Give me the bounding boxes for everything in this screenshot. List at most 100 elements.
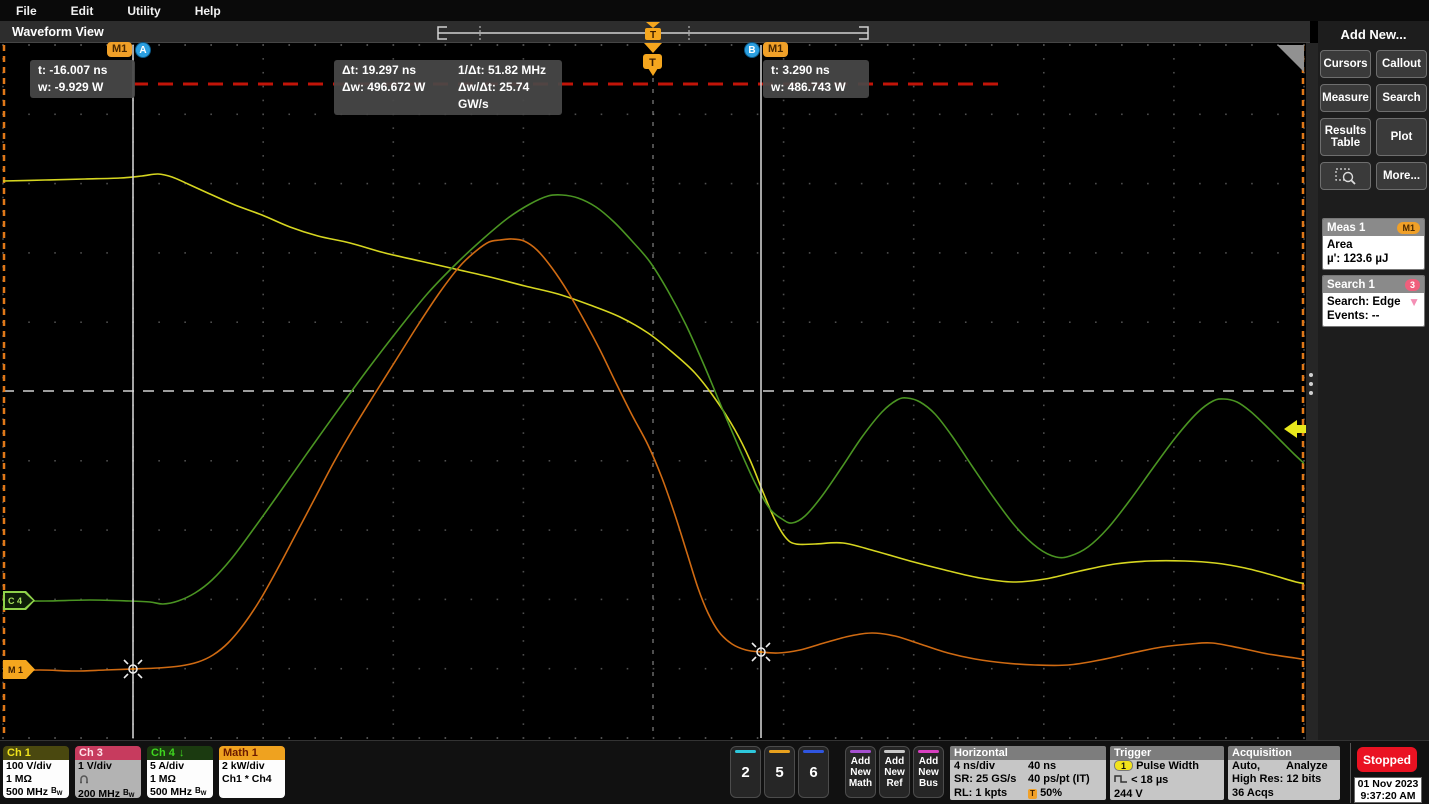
delta-t: Δt: 19.297 ns xyxy=(342,62,454,79)
menu-help[interactable]: Help xyxy=(195,4,221,18)
menu-file[interactable]: File xyxy=(16,4,37,18)
horizontal-resolution: 40 ps/pt (IT) xyxy=(1028,773,1102,786)
menu-bar: File Edit Utility Help xyxy=(0,0,1429,21)
ch3-bandwidth: 200 MHz BW xyxy=(78,787,138,798)
meas1-source-pill: M1 xyxy=(1397,222,1420,234)
run-stop-status[interactable]: Stopped xyxy=(1357,747,1417,772)
horizontal-record-length: RL: 1 kpts xyxy=(954,787,1007,800)
ch4-clip-arrow-icon: ↓ xyxy=(179,746,185,760)
panel-splitter[interactable] xyxy=(1306,43,1318,740)
acquisition-panel[interactable]: Acquisition Auto, Analyze High Res: 12 bi… xyxy=(1228,746,1340,800)
ch4-bandwidth: 500 MHz BW xyxy=(150,785,210,798)
channel-5-button[interactable]: 5 xyxy=(764,746,795,798)
horizontal-scale: 4 ns/div xyxy=(954,760,995,773)
ch4-badge[interactable]: Ch 4 ↓ 5 A/div 1 MΩ 500 MHz BW xyxy=(147,746,213,798)
meas1-type: Area xyxy=(1327,238,1420,252)
search-button[interactable]: Search xyxy=(1376,84,1427,112)
zoom-select-button[interactable] xyxy=(1320,162,1371,190)
cursor-delta-readout[interactable]: Δt: 19.297 ns 1/Δt: 51.82 MHz Δw: 496.67… xyxy=(334,60,562,115)
cursor-a-badge[interactable]: A xyxy=(135,42,151,58)
search1-card[interactable]: Search 1 3 Search: Edge Events: -- ▼ xyxy=(1322,275,1425,327)
ch1-bandwidth: 500 MHz BW xyxy=(6,785,66,798)
cursor-a-value: w: -9.929 W xyxy=(38,79,127,96)
view-tab-bar: Waveform View xyxy=(0,21,1310,43)
ch4-impedance: 1 MΩ xyxy=(150,773,210,786)
meas1-card[interactable]: Meas 1 M1 Area µ': 123.6 µJ xyxy=(1322,218,1425,270)
ch1-impedance: 1 MΩ xyxy=(6,773,66,786)
splitter-grip-icon[interactable] xyxy=(1309,373,1313,395)
right-panel: Add New... Cursors Callout Measure Searc… xyxy=(1318,21,1429,740)
add-new-ref-button[interactable]: Add New Ref xyxy=(879,746,910,798)
meas1-title: Meas 1 xyxy=(1327,222,1365,234)
delta-w-per-t: Δw/Δt: 25.74 GW/s xyxy=(458,79,554,113)
cursor-b-value: w: 486.743 W xyxy=(771,79,861,96)
cursor-a-readout[interactable]: t: -16.007 ns w: -9.929 W xyxy=(30,60,135,98)
cursor-a-time: t: -16.007 ns xyxy=(38,62,127,79)
channel-2-button[interactable]: 2 xyxy=(730,746,761,798)
ch1-badge[interactable]: Ch 1 100 V/div 1 MΩ 500 MHz BW xyxy=(3,746,69,798)
trigger-level: 244 V xyxy=(1114,788,1220,800)
acquisition-count: 36 Acqs xyxy=(1232,787,1336,800)
horizontal-window: 40 ns xyxy=(1028,760,1102,773)
acquisition-analyze: Analyze xyxy=(1286,760,1336,773)
status-divider xyxy=(1350,743,1351,803)
trigger-position-mini-icon: T xyxy=(1028,789,1037,799)
search1-title: Search 1 xyxy=(1327,279,1375,291)
math1-badge[interactable]: Math 1 2 kW/div Ch1 * Ch4 xyxy=(219,746,285,798)
callout-button[interactable]: Callout xyxy=(1376,50,1427,78)
add-new-title: Add New... xyxy=(1321,27,1426,42)
delta-w: Δw: 496.672 W xyxy=(342,79,454,113)
math1-expression: Ch1 * Ch4 xyxy=(222,773,282,786)
acquisition-mode: Auto, xyxy=(1232,760,1260,773)
measure-button[interactable]: Measure xyxy=(1320,84,1371,112)
cursors-button[interactable]: Cursors xyxy=(1320,50,1371,78)
search1-marker-icon: ▼ xyxy=(1408,295,1420,309)
math1-label: Math 1 xyxy=(223,746,258,760)
acquisition-title: Acquisition xyxy=(1228,746,1340,760)
menu-utility[interactable]: Utility xyxy=(127,4,160,18)
trigger-panel[interactable]: Trigger 1 Pulse Width < 18 µs 244 V xyxy=(1110,746,1224,800)
zoom-select-icon xyxy=(1334,166,1358,186)
ch4-scale: 5 A/div xyxy=(150,760,210,773)
horizontal-sample-rate: SR: 25 GS/s xyxy=(954,773,1016,786)
inverse-delta-t: 1/Δt: 51.82 MHz xyxy=(458,62,554,79)
ch3-probe-icon xyxy=(78,773,138,788)
meas1-value: µ': 123.6 µJ xyxy=(1327,252,1420,266)
ch3-label: Ch 3 xyxy=(79,746,103,760)
datetime-display: 01 Nov 2023 9:37:20 AM xyxy=(1354,777,1422,803)
channel-6-button[interactable]: 6 xyxy=(798,746,829,798)
tab-waveform-view[interactable]: Waveform View xyxy=(12,25,104,39)
horizontal-panel[interactable]: Horizontal 4 ns/div 40 ns SR: 25 GS/s 40 p… xyxy=(950,746,1106,800)
search1-type: Search: Edge xyxy=(1327,295,1420,309)
math1-zero-label: M 1 xyxy=(8,665,23,675)
cursor-a-source-badge[interactable]: M1 xyxy=(107,42,132,57)
waveform-plot[interactable] xyxy=(0,43,1306,740)
more-button[interactable]: More... xyxy=(1376,162,1427,190)
ch1-scale: 100 V/div xyxy=(6,760,66,773)
acquisition-resolution: High Res: 12 bits xyxy=(1232,773,1336,786)
add-new-bus-button[interactable]: Add New Bus xyxy=(913,746,944,798)
horizontal-title: Horizontal xyxy=(950,746,1106,760)
ch4-label: Ch 4 xyxy=(151,746,175,760)
date-label: 01 Nov 2023 xyxy=(1355,778,1421,790)
ch4-zero-label: C 4 xyxy=(8,596,22,606)
results-table-button[interactable]: Results Table xyxy=(1320,118,1371,156)
bottom-bar: Ch 1 100 V/div 1 MΩ 500 MHz BW Ch 3 1 V/… xyxy=(0,740,1429,804)
oscilloscope-app: File Edit Utility Help Waveform View T xyxy=(0,0,1429,804)
cursor-b-readout[interactable]: t: 3.290 ns w: 486.743 W xyxy=(763,60,869,98)
cursor-b-source-badge[interactable]: M1 xyxy=(763,42,788,57)
ch3-badge[interactable]: Ch 3 1 V/div 200 MHz BW xyxy=(75,746,141,798)
horizontal-position: T 50% xyxy=(1028,787,1102,800)
trigger-title: Trigger xyxy=(1110,746,1224,760)
trigger-condition: < 18 µs xyxy=(1131,774,1168,786)
cursor-b-time: t: 3.290 ns xyxy=(771,62,861,79)
cursor-b-badge[interactable]: B xyxy=(744,42,760,58)
trigger-type: Pulse Width xyxy=(1136,760,1199,772)
search1-events: Events: -- xyxy=(1327,309,1420,323)
search1-count-pill: 3 xyxy=(1405,279,1420,291)
ch3-scale: 1 V/div xyxy=(78,760,138,773)
add-new-math-button[interactable]: Add New Math xyxy=(845,746,876,798)
time-label: 9:37:20 AM xyxy=(1355,790,1421,802)
plot-button[interactable]: Plot xyxy=(1376,118,1427,156)
menu-edit[interactable]: Edit xyxy=(71,4,94,18)
